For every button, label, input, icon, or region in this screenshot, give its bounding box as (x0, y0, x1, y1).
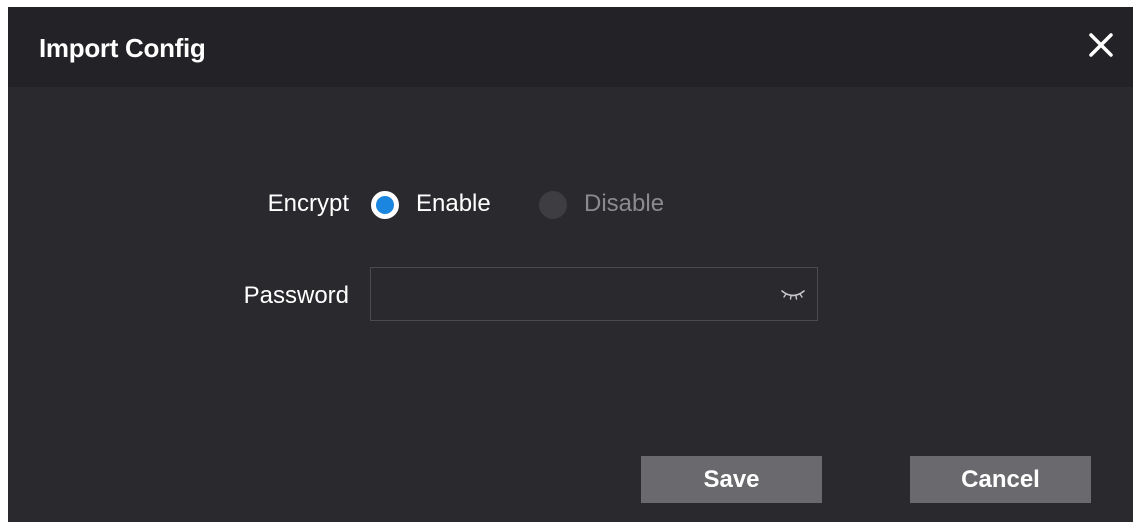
close-icon[interactable] (1083, 27, 1119, 63)
password-label: Password (243, 282, 349, 309)
save-button[interactable]: Save (641, 456, 822, 503)
encrypt-disable-label[interactable]: Disable (584, 190, 664, 218)
eye-closed-icon[interactable] (779, 282, 807, 304)
password-field-wrapper (370, 267, 818, 321)
cancel-button[interactable]: Cancel (910, 456, 1091, 503)
radio-selected-dot (376, 196, 394, 214)
encrypt-enable-radio[interactable] (371, 191, 399, 219)
encrypt-disable-radio[interactable] (539, 191, 567, 219)
dialog-titlebar: Import Config (8, 7, 1133, 87)
encrypt-enable-label[interactable]: Enable (416, 190, 491, 218)
dialog-title: Import Config (39, 33, 206, 63)
import-config-dialog: Import Config Encrypt Enable Disable Pas… (8, 7, 1133, 522)
password-input[interactable] (371, 268, 761, 320)
encrypt-label: Encrypt (267, 190, 349, 217)
